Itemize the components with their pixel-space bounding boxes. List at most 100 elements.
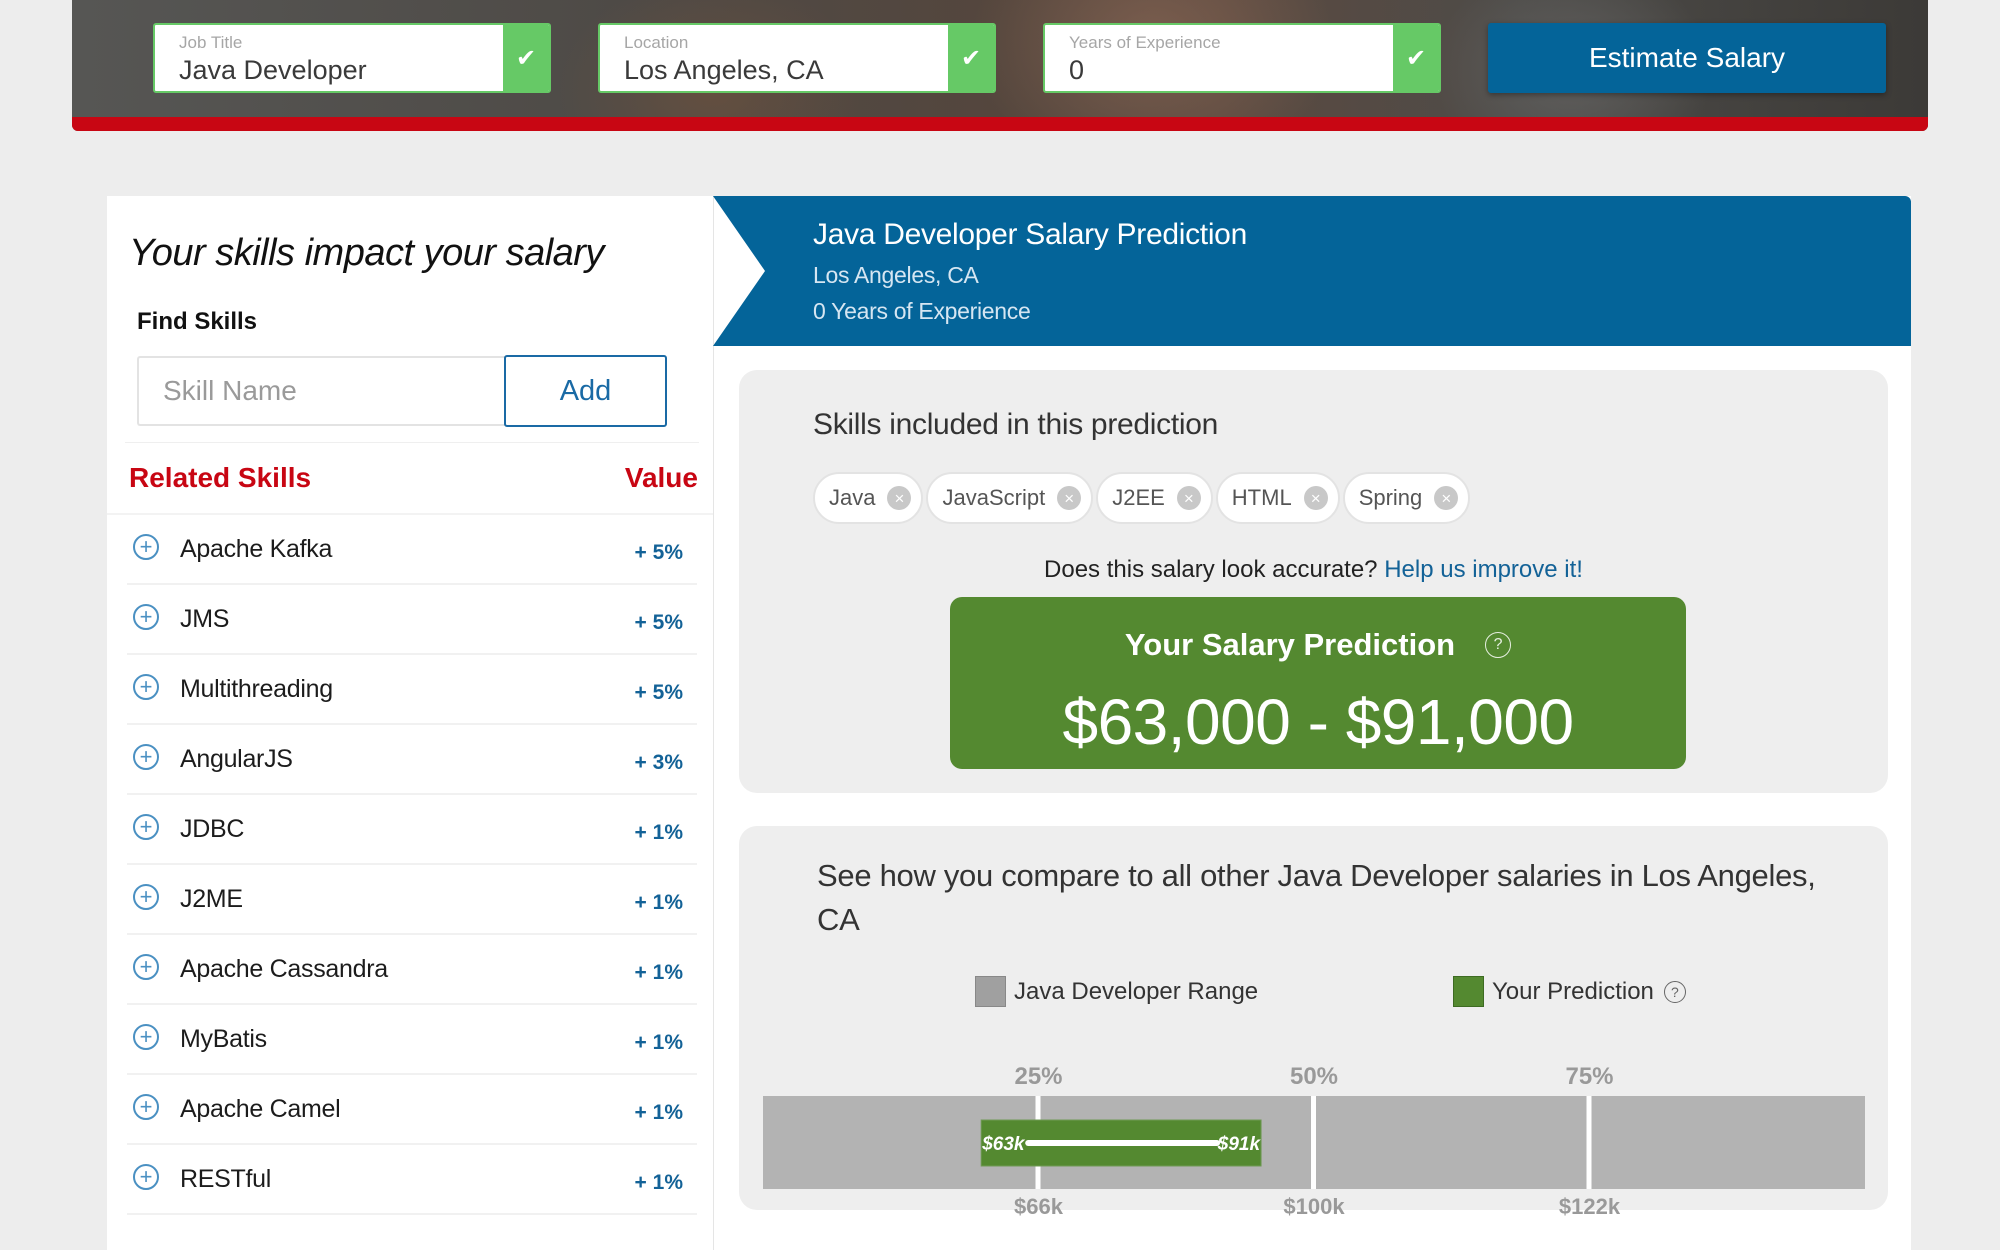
- improve-link[interactable]: Help us improve it!: [1384, 556, 1583, 583]
- skill-value: + 1%: [634, 891, 683, 914]
- skill-chip: Spring ×: [1342, 472, 1471, 524]
- accuracy-question: Does this salary look accurate?: [1044, 556, 1378, 583]
- years-experience-label: Years of Experience: [1069, 33, 1221, 52]
- years-experience-field[interactable]: Years of Experience ✔: [1043, 23, 1441, 93]
- prediction-panel: Java Developer Salary Prediction Los Ang…: [713, 196, 1911, 1250]
- salary-prediction-label: Your Salary Prediction: [1124, 627, 1456, 662]
- skill-value: + 1%: [634, 1101, 683, 1124]
- prediction-location: Los Angeles, CA: [813, 262, 979, 288]
- percentile-value-label: $122k: [1559, 1194, 1621, 1219]
- prediction-experience: 0 Years of Experience: [813, 298, 1031, 324]
- legend-label: Your Prediction: [1492, 977, 1654, 1005]
- location-field[interactable]: Location ✔: [598, 23, 996, 93]
- add-circle-icon[interactable]: +: [133, 604, 159, 630]
- skill-row[interactable]: + JMS + 5%: [127, 585, 697, 655]
- skill-name: Apache Kafka: [180, 535, 333, 563]
- skill-name: JMS: [180, 605, 230, 633]
- salary-range-chart-svg: 25% $66k 50% $100k 75% $122k $63k $91k: [763, 1063, 1865, 1219]
- chip-label: Java: [829, 485, 876, 510]
- salary-range-chart: 25% $66k 50% $100k 75% $122k $63k $91k: [763, 1046, 1865, 1219]
- chip-label: Spring: [1358, 485, 1423, 510]
- add-circle-icon[interactable]: +: [133, 1024, 159, 1050]
- location-input[interactable]: [624, 55, 944, 86]
- add-circle-icon[interactable]: +: [133, 954, 159, 980]
- skill-name: AngularJS: [180, 745, 293, 773]
- prediction-high-label: $91k: [1217, 1134, 1262, 1155]
- skill-name: JDBC: [180, 815, 245, 843]
- job-title-input[interactable]: [179, 55, 499, 86]
- legend-swatch-range: [975, 976, 1006, 1007]
- related-skills-heading: Related Skills: [129, 462, 312, 493]
- help-icon[interactable]: ?: [1485, 632, 1512, 658]
- estimate-salary-button[interactable]: Estimate Salary: [1488, 23, 1886, 93]
- skill-chips: Java × JavaScript × J2EE × HTML × Spring…: [813, 472, 1471, 524]
- add-skill-button[interactable]: Add: [504, 355, 667, 427]
- skill-row[interactable]: + MyBatis + 1%: [127, 1005, 697, 1075]
- search-banner: Job Title ✔ Location ✔ Years of Experien…: [72, 0, 1928, 131]
- skills-panel-title: Your skills impact your salary: [129, 232, 604, 274]
- add-circle-icon[interactable]: +: [133, 744, 159, 770]
- add-circle-icon[interactable]: +: [133, 1164, 159, 1190]
- percentile-line: [1311, 1096, 1316, 1189]
- check-icon: ✔: [503, 25, 549, 91]
- percentile-value-label: $66k: [1014, 1194, 1064, 1219]
- years-experience-input[interactable]: [1069, 55, 1389, 86]
- prediction-header: Java Developer Salary Prediction Los Ang…: [713, 196, 1911, 346]
- skill-row[interactable]: + J2ME + 1%: [127, 865, 697, 935]
- help-icon[interactable]: ?: [1663, 980, 1686, 1003]
- skill-row[interactable]: + Multithreading + 5%: [127, 655, 697, 725]
- remove-icon[interactable]: ×: [1176, 486, 1201, 510]
- skill-row[interactable]: + RESTful + 1%: [127, 1145, 697, 1215]
- skill-name: J2ME: [180, 885, 243, 913]
- chip-label: J2EE: [1112, 485, 1165, 510]
- remove-icon[interactable]: ×: [1303, 486, 1328, 510]
- remove-icon[interactable]: ×: [1434, 486, 1459, 510]
- skill-row[interactable]: + Apache Cassandra + 1%: [127, 935, 697, 1005]
- location-label: Location: [624, 33, 689, 52]
- prediction-title: Java Developer Salary Prediction: [813, 218, 1247, 251]
- chip-label: HTML: [1231, 485, 1292, 510]
- divider: [125, 442, 699, 443]
- salary-prediction-box: Your Salary Prediction ? $63,000 - $91,0…: [950, 597, 1686, 769]
- add-circle-icon[interactable]: +: [133, 674, 159, 700]
- skill-value: + 5%: [634, 541, 683, 564]
- remove-icon[interactable]: ×: [1057, 486, 1082, 510]
- skill-row[interactable]: + JDBC + 1%: [127, 795, 697, 865]
- skill-name: RESTful: [180, 1165, 271, 1193]
- skill-row[interactable]: + Apache Kafka + 5%: [127, 515, 697, 585]
- compare-card: See how you compare to all other Java De…: [739, 826, 1888, 1219]
- legend-label: Java Developer Range: [1014, 977, 1259, 1005]
- skill-row[interactable]: + AngularJS + 3%: [127, 725, 697, 795]
- remove-icon[interactable]: ×: [887, 486, 912, 510]
- skill-value: + 1%: [634, 961, 683, 984]
- legend-item-range: Java Developer Range: [975, 976, 1258, 1007]
- skill-name-input[interactable]: [137, 356, 507, 426]
- percentile-label: 50%: [1290, 1063, 1338, 1090]
- skills-included-title: Skills included in this prediction: [813, 408, 1219, 441]
- skill-row[interactable]: + Apache Camel + 1%: [127, 1075, 697, 1145]
- skill-chip: J2EE ×: [1096, 472, 1213, 524]
- skill-value: + 5%: [634, 611, 683, 634]
- job-title-field[interactable]: Job Title ✔: [153, 23, 551, 93]
- skill-name: MyBatis: [180, 1025, 267, 1053]
- legend-swatch-prediction: [1453, 976, 1484, 1007]
- salary-prediction-label-row: Your Salary Prediction ?: [950, 627, 1686, 663]
- skill-value: + 3%: [634, 751, 683, 774]
- skill-name: Apache Cassandra: [180, 955, 388, 983]
- add-circle-icon[interactable]: +: [133, 814, 159, 840]
- skill-chip: JavaScript ×: [926, 472, 1094, 524]
- add-circle-icon[interactable]: +: [133, 884, 159, 910]
- add-circle-icon[interactable]: +: [133, 1094, 159, 1120]
- percentile-label: 75%: [1565, 1063, 1613, 1090]
- salary-prediction-range: $63,000 - $91,000: [1062, 686, 1574, 758]
- skill-value: + 1%: [634, 1171, 683, 1194]
- skill-chip: HTML ×: [1215, 472, 1340, 524]
- add-circle-icon[interactable]: +: [133, 534, 159, 560]
- value-heading: Value: [624, 462, 698, 493]
- skill-value: + 1%: [634, 1031, 683, 1054]
- percentile-label: 25%: [1014, 1063, 1062, 1090]
- legend-item-prediction: Your Prediction ?: [1453, 976, 1686, 1007]
- chip-label: JavaScript: [942, 485, 1046, 510]
- banner-accent-bar: [72, 117, 1928, 131]
- skill-value: + 1%: [634, 821, 683, 844]
